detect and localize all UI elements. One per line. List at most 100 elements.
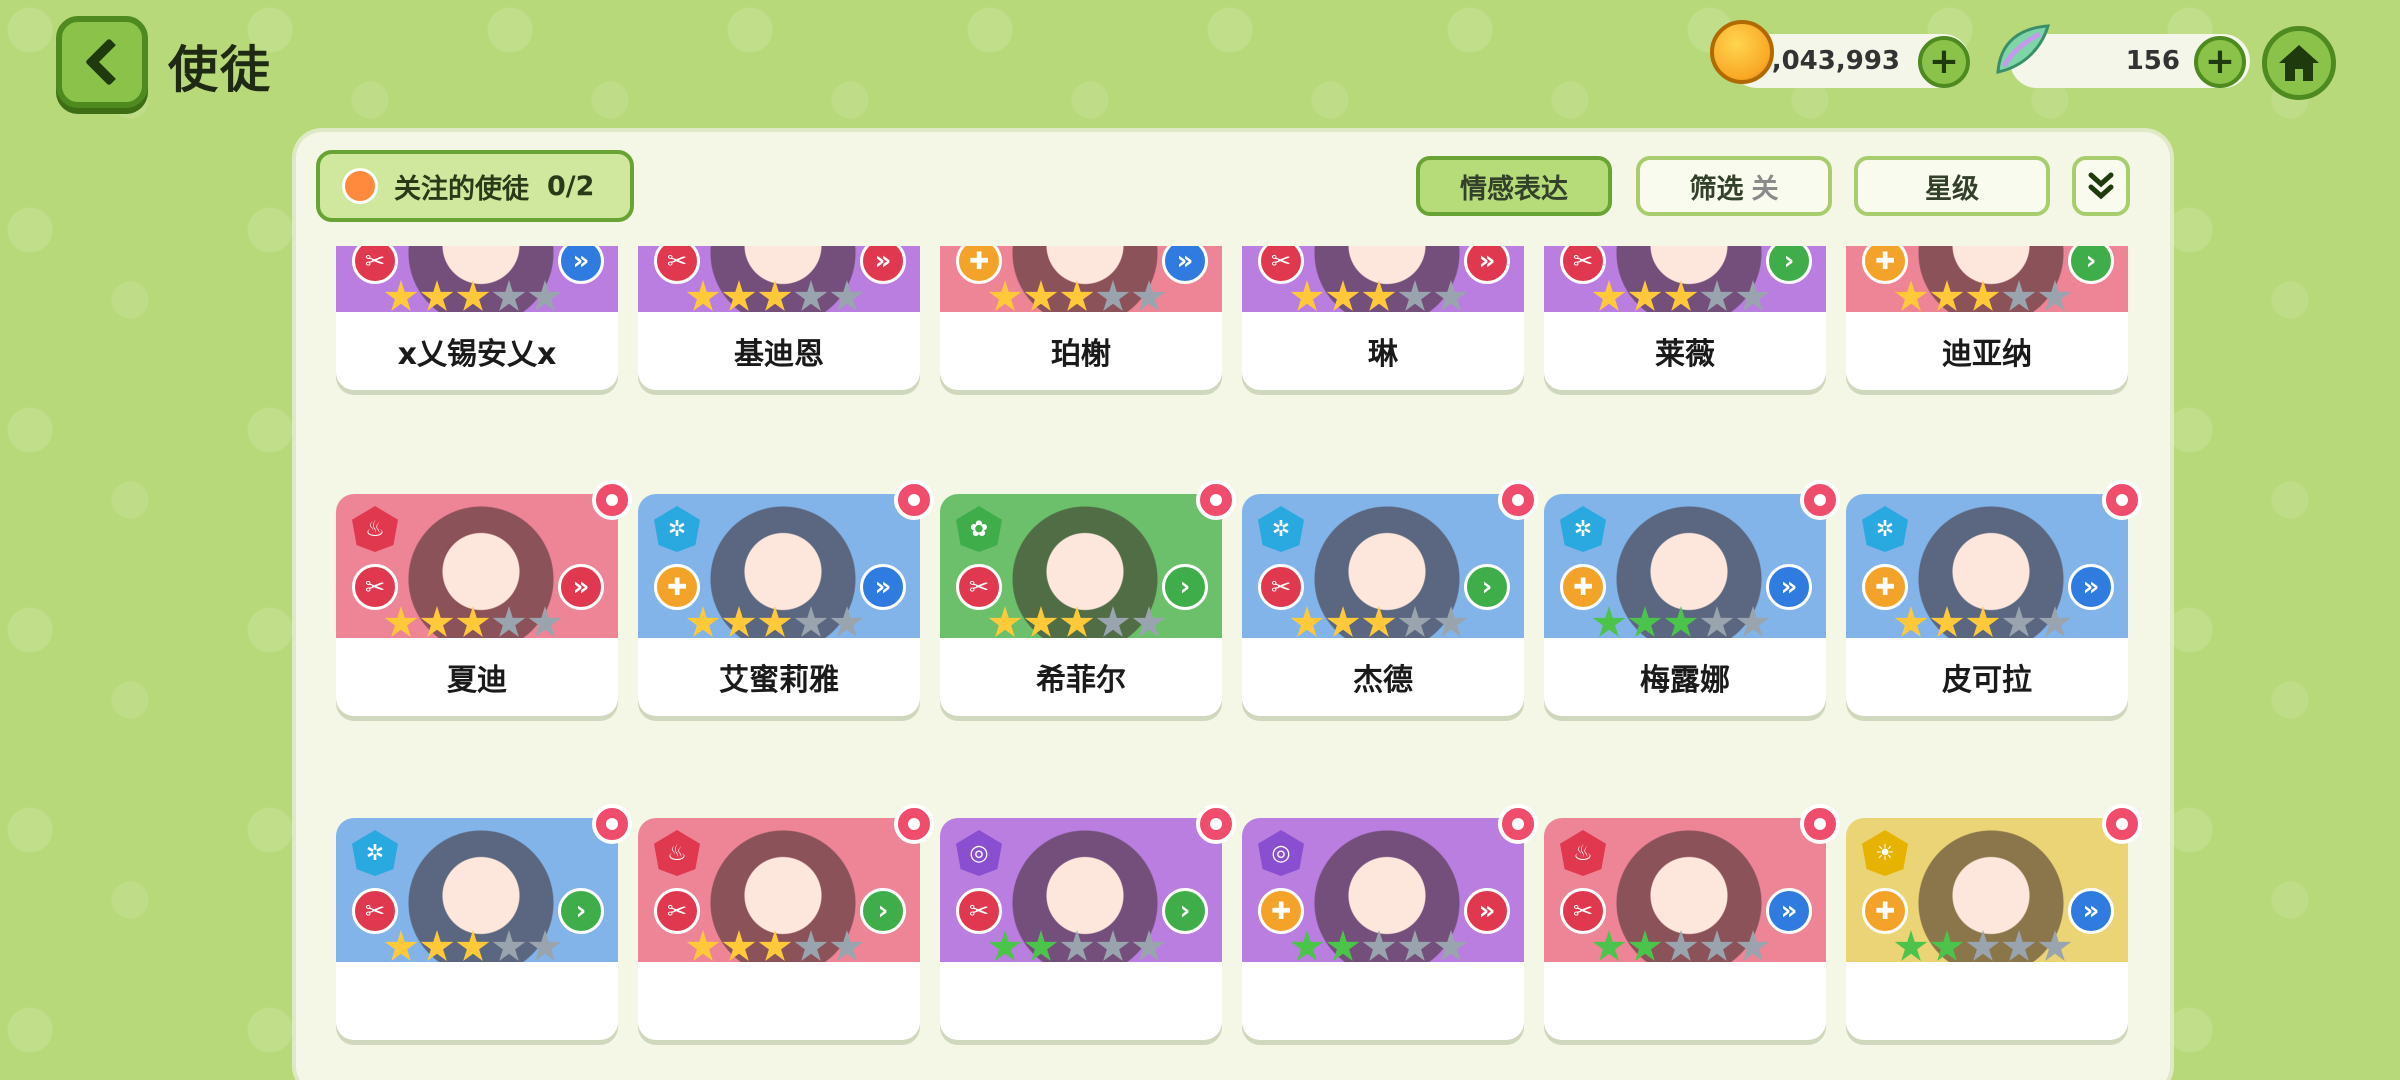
apostle-card[interactable]: ◎✂»x乂锡安乂x [336,246,618,390]
ranged-class-icon: » [860,564,906,610]
star-icon [456,280,490,311]
apostle-card[interactable]: ◎ ✂ › [940,804,1236,1040]
apostle-name: 琳 [1368,337,1398,372]
apostle-name: x乂锡安乂x [397,337,557,372]
filter-state: 关 [1751,173,1779,205]
star-icon [528,930,562,961]
star-icon [686,280,720,311]
supporter-role-icon: ✚ [654,564,700,610]
favorite-apostles-button[interactable]: 关注的使徒 0/2 [316,150,634,222]
star-icon [1966,606,2000,637]
apostle-card[interactable]: ◎✚»珀榭 [940,246,1222,390]
apostle-portrait: ◎✂› [1544,246,1826,312]
apostle-name [638,962,920,1040]
star-rating [384,606,562,638]
star-icon [1894,280,1928,311]
apostle-card[interactable]: ◎ ✚ » [1242,804,1538,1040]
mid-class-icon: › [1162,564,1208,610]
collapse-toggle-button[interactable] [2072,156,2130,216]
home-icon [2279,45,2319,81]
star-rating [1894,606,2072,638]
star-icon [1132,606,1166,637]
star-icon [2002,280,2036,311]
apostle-card[interactable]: ◎✂»琳 [1242,246,1524,390]
double-chevron-down-icon [2088,172,2114,200]
star-icon [830,606,864,637]
apostle-card[interactable]: ✲ ✂ › 杰德 [1242,480,1538,716]
supporter-role-icon: ✚ [1862,246,1908,284]
apostle-card[interactable]: ♨✚›迪亚纳 [1846,246,2128,390]
flower-badge-icon [1196,480,1236,520]
filter-button[interactable]: 筛选 关 [1636,156,1832,216]
fire-element-icon: ♨ [654,830,700,876]
star-icon [492,606,526,637]
mid-class-icon: › [1766,246,1812,284]
fire-element-icon: ♨ [1560,830,1606,876]
star-icon [1362,606,1396,637]
melee-class-icon: » [558,564,604,610]
melee-class-icon: » [1464,888,1510,934]
star-icon [492,280,526,311]
add-gems-button[interactable]: + [2194,36,2246,88]
apostle-portrait: ♨ ✂ › [638,818,920,962]
apostle-portrait: ✲ ✂ › [336,818,618,962]
star-icon [722,280,756,311]
star-icon [1398,930,1432,961]
supporter-role-icon: ✚ [1862,888,1908,934]
star-icon [1290,280,1324,311]
filter-label: 筛选 [1689,173,1744,205]
flower-badge-icon [1800,804,1840,844]
back-button[interactable] [56,16,148,108]
apostle-card[interactable]: ✲ ✚ » 皮可拉 [1846,480,2142,716]
star-icon [1894,930,1928,961]
star-icon [456,930,490,961]
apostle-card[interactable]: ✲ ✂ › [336,804,632,1040]
star-icon [2002,930,2036,961]
void-element-icon: ◎ [1258,830,1304,876]
star-icon [1736,930,1770,961]
apostle-portrait: ♨ ✂ » [1544,818,1826,962]
apostle-name: 夏迪 [447,663,507,698]
star-rating [988,280,1166,312]
crystal-leaf-icon [1996,24,2051,74]
star-icon [1024,280,1058,311]
star-icon [794,280,828,311]
star-icon [1664,606,1698,637]
star-icon [528,280,562,311]
mid-class-icon: › [558,888,604,934]
apostle-card[interactable]: ♨ ✂ » 夏迪 [336,480,632,716]
apostle-card[interactable]: ✿ ✂ › 希菲尔 [940,480,1236,716]
apostle-name: 莱薇 [1655,337,1715,372]
star-sort-button[interactable]: 星级 [1854,156,2050,216]
star-rating [686,930,864,962]
star-icon [1326,930,1360,961]
mid-class-icon: › [1464,564,1510,610]
add-coins-button[interactable]: + [1918,36,1970,88]
star-icon [1736,606,1770,637]
attacker-role-icon: ✂ [654,246,700,284]
flower-badge-icon [2102,804,2142,844]
apostle-card[interactable]: ♨ ✂ » [1544,804,1840,1040]
apostle-name [336,962,618,1040]
apostle-card[interactable]: ☀ ✚ » [1846,804,2142,1040]
star-icon [1290,606,1324,637]
apostle-card[interactable]: ✲ ✚ » 梅露娜 [1544,480,1840,716]
flower-badge-icon [1498,804,1538,844]
apostle-card[interactable]: ◎✂»基迪恩 [638,246,920,390]
emotion-label: 情感表达 [1460,173,1568,205]
apostle-card[interactable]: ♨ ✂ › [638,804,934,1040]
star-icon [2038,606,2072,637]
star-icon [420,606,454,637]
star-icon [384,280,418,311]
melee-class-icon: » [1464,246,1510,284]
apostle-card[interactable]: ◎✂› 莱薇 [1544,246,1826,390]
star-icon [1628,930,1662,961]
apostle-card[interactable]: ✲ ✚ » 艾蜜莉雅 [638,480,934,716]
apostle-grid: ◎✂»x乂锡安乂x◎✂»基迪恩◎✚»珀榭◎✂»琳◎✂›莱薇♨✚›迪亚纳♨✂»夏迪… [310,246,2156,1080]
flower-badge-icon [1800,480,1840,520]
home-button[interactable] [2262,26,2336,100]
mid-class-icon: › [860,888,906,934]
attacker-role-icon: ✂ [1258,246,1304,284]
star-icon [384,606,418,637]
emotion-expression-button[interactable]: 情感表达 [1416,156,1612,216]
